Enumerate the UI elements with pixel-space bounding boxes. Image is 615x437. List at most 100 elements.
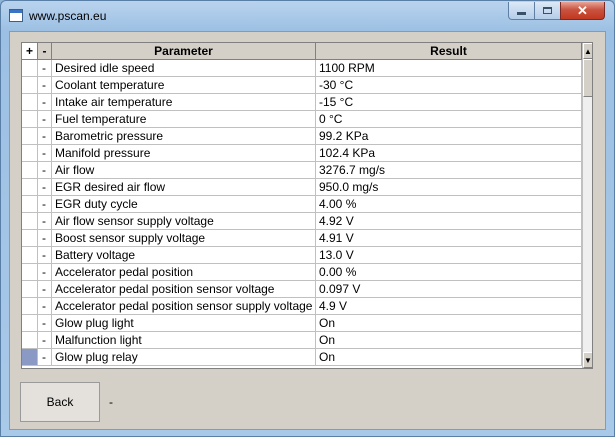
result-cell: -15 °C xyxy=(316,94,582,111)
table-row[interactable]: - Accelerator pedal position sensor volta… xyxy=(22,281,582,298)
table-row[interactable]: - Accelerator pedal position 0.00 % xyxy=(22,264,582,281)
parameter-cell: EGR desired air flow xyxy=(52,179,316,196)
row-toggle[interactable]: - xyxy=(38,128,52,145)
row-toggle[interactable]: - xyxy=(38,230,52,247)
row-indicator xyxy=(22,60,38,77)
table-row[interactable]: - Barometric pressure 99.2 KPa xyxy=(22,128,582,145)
result-cell: 4.92 V xyxy=(316,213,582,230)
row-indicator xyxy=(22,196,38,213)
grid-header: + - Parameter Result xyxy=(22,43,582,60)
grid-rows: - Desired idle speed 1100 RPM - Coolant temp… xyxy=(22,60,582,366)
title-bar[interactable]: www.pscan.eu ✕ xyxy=(1,1,614,31)
row-indicator xyxy=(22,349,38,366)
table-row[interactable]: - Desired idle speed 1100 RPM xyxy=(22,60,582,77)
row-toggle[interactable]: - xyxy=(38,111,52,128)
result-cell: -30 °C xyxy=(316,77,582,94)
table-row[interactable]: - Coolant temperature -30 °C xyxy=(22,77,582,94)
row-toggle[interactable]: - xyxy=(38,247,52,264)
result-cell: 4.9 V xyxy=(316,298,582,315)
minimize-button[interactable] xyxy=(508,2,535,20)
table-row[interactable]: - Malfunction light On xyxy=(22,332,582,349)
table-row[interactable]: - EGR desired air flow 950.0 mg/s xyxy=(22,179,582,196)
table-row[interactable]: - Glow plug relay On xyxy=(22,349,582,366)
row-indicator xyxy=(22,315,38,332)
row-toggle[interactable]: - xyxy=(38,162,52,179)
result-cell: 950.0 mg/s xyxy=(316,179,582,196)
row-toggle[interactable]: - xyxy=(38,264,52,281)
result-cell: 1100 RPM xyxy=(316,60,582,77)
row-indicator xyxy=(22,247,38,264)
result-cell: 4.00 % xyxy=(316,196,582,213)
result-cell: 3276.7 mg/s xyxy=(316,162,582,179)
row-toggle[interactable]: - xyxy=(38,213,52,230)
row-indicator xyxy=(22,332,38,349)
table-row[interactable]: - Air flow 3276.7 mg/s xyxy=(22,162,582,179)
parameter-cell: Battery voltage xyxy=(52,247,316,264)
row-indicator xyxy=(22,298,38,315)
scroll-up-button[interactable]: ▲ xyxy=(583,43,592,59)
table-row[interactable]: - Manifold pressure 102.4 KPa xyxy=(22,145,582,162)
row-indicator xyxy=(22,111,38,128)
parameter-cell: EGR duty cycle xyxy=(52,196,316,213)
column-header-parameter[interactable]: Parameter xyxy=(52,43,316,60)
close-icon: ✕ xyxy=(577,2,588,18)
row-indicator xyxy=(22,145,38,162)
row-toggle[interactable]: - xyxy=(38,315,52,332)
minimize-icon xyxy=(517,12,526,15)
row-indicator xyxy=(22,94,38,111)
parameter-cell: Accelerator pedal position xyxy=(52,264,316,281)
result-cell: 102.4 KPa xyxy=(316,145,582,162)
column-header-result[interactable]: Result xyxy=(316,43,582,60)
table-row[interactable]: - Glow plug light On xyxy=(22,315,582,332)
row-toggle[interactable]: - xyxy=(38,145,52,162)
row-toggle[interactable]: - xyxy=(38,281,52,298)
result-cell: 99.2 KPa xyxy=(316,128,582,145)
parameter-cell: Coolant temperature xyxy=(52,77,316,94)
parameter-cell: Malfunction light xyxy=(52,332,316,349)
back-button[interactable]: Back xyxy=(20,382,100,422)
parameter-cell: Boost sensor supply voltage xyxy=(52,230,316,247)
row-toggle[interactable]: - xyxy=(38,196,52,213)
row-toggle[interactable]: - xyxy=(38,298,52,315)
column-header-collapse[interactable]: - xyxy=(38,43,52,60)
row-toggle[interactable]: - xyxy=(38,60,52,77)
row-indicator xyxy=(22,264,38,281)
parameter-cell: Glow plug relay xyxy=(52,349,316,366)
table-row[interactable]: - EGR duty cycle 4.00 % xyxy=(22,196,582,213)
table-row[interactable]: - Fuel temperature 0 °C xyxy=(22,111,582,128)
parameter-cell: Air flow sensor supply voltage xyxy=(52,213,316,230)
close-button[interactable]: ✕ xyxy=(560,2,605,20)
maximize-icon xyxy=(543,7,552,14)
window-title: www.pscan.eu xyxy=(29,9,107,23)
parameter-cell: Fuel temperature xyxy=(52,111,316,128)
parameter-cell: Manifold pressure xyxy=(52,145,316,162)
scroll-thumb[interactable] xyxy=(583,59,592,97)
result-cell: 0.00 % xyxy=(316,264,582,281)
scroll-down-button[interactable]: ▼ xyxy=(583,352,592,368)
maximize-button[interactable] xyxy=(534,2,561,20)
table-row[interactable]: - Battery voltage 13.0 V xyxy=(22,247,582,264)
row-toggle[interactable]: - xyxy=(38,332,52,349)
row-toggle[interactable]: - xyxy=(38,94,52,111)
result-cell: 0 °C xyxy=(316,111,582,128)
parameter-cell: Air flow xyxy=(52,162,316,179)
parameter-cell: Barometric pressure xyxy=(52,128,316,145)
window-app-icon xyxy=(9,9,23,22)
vertical-scrollbar[interactable]: ▲ ▼ xyxy=(582,43,592,368)
row-indicator xyxy=(22,179,38,196)
parameter-cell: Intake air temperature xyxy=(52,94,316,111)
row-toggle[interactable]: - xyxy=(38,77,52,94)
row-toggle[interactable]: - xyxy=(38,179,52,196)
table-row[interactable]: - Boost sensor supply voltage 4.91 V xyxy=(22,230,582,247)
result-cell: On xyxy=(316,349,582,366)
table-row[interactable]: - Intake air temperature -15 °C xyxy=(22,94,582,111)
parameter-cell: Accelerator pedal position sensor supply… xyxy=(52,298,316,315)
parameter-cell: Desired idle speed xyxy=(52,60,316,77)
column-header-expand[interactable]: + xyxy=(22,43,38,60)
row-indicator xyxy=(22,128,38,145)
row-indicator xyxy=(22,281,38,298)
table-row[interactable]: - Air flow sensor supply voltage 4.92 V xyxy=(22,213,582,230)
row-toggle[interactable]: - xyxy=(38,349,52,366)
table-row[interactable]: - Accelerator pedal position sensor suppl… xyxy=(22,298,582,315)
row-indicator xyxy=(22,230,38,247)
